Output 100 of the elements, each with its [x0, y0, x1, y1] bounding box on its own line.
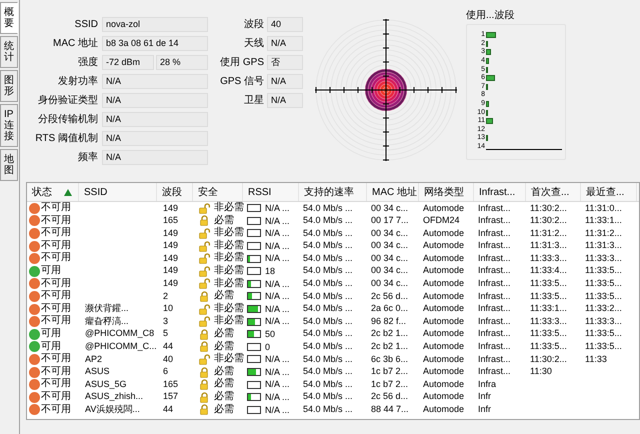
- table-cell: Automode: [423, 202, 464, 212]
- table-cell: 10: [163, 303, 174, 314]
- security-text: 必需: [214, 390, 234, 404]
- status-text: 不可用: [41, 315, 71, 328]
- table-cell: 149: [163, 252, 178, 263]
- status-text: 可用: [41, 264, 61, 278]
- security-text: 必需: [214, 214, 234, 226]
- rssi-text: 50: [265, 328, 276, 341]
- table-cell: 濒伏背鑵...: [85, 303, 129, 314]
- table-cell: 54.0 Mb/s ...: [303, 354, 353, 364]
- status-text: 不可用: [41, 240, 71, 252]
- side-tab[interactable]: 统计: [0, 36, 18, 68]
- table-cell: 149: [163, 240, 178, 250]
- field-label: 频率: [77, 150, 98, 165]
- table-cell: Infrast...: [478, 278, 511, 288]
- column-header[interactable]: 安全: [193, 183, 243, 201]
- column-header[interactable]: SSID: [79, 183, 157, 201]
- table-cell: 54.0 Mb/s ...: [303, 240, 353, 250]
- table-cell: 54.0 Mb/s ...: [303, 202, 353, 212]
- side-tab[interactable]: 地图: [0, 149, 18, 181]
- table-cell: 54.0 Mb/s ...: [303, 228, 353, 238]
- table-cell: Automode: [423, 252, 464, 263]
- table-cell: 11:33:4...: [530, 265, 567, 276]
- table-cell: 11:33:5...: [585, 278, 622, 288]
- table-cell: Infrast...: [478, 303, 511, 314]
- rssi-text: N/A ...: [265, 214, 290, 228]
- column-header[interactable]: RSSI: [243, 183, 299, 201]
- table-cell: Automode: [423, 354, 464, 364]
- field-label: GPS 信号: [219, 75, 264, 89]
- field-label: SSID: [74, 18, 98, 32]
- table-cell: 11:33:3...: [585, 316, 622, 326]
- side-tab[interactable]: 概要: [0, 2, 18, 34]
- table-cell: 00 34 c...: [371, 202, 408, 212]
- field-value: -72 dBm: [102, 55, 154, 70]
- column-header[interactable]: MAC 地址: [367, 183, 419, 201]
- security-text: 非必需: [214, 252, 244, 264]
- table-cell: 11:33:5...: [585, 328, 622, 338]
- security-text: 必需: [214, 366, 234, 378]
- status-text: 不可用: [41, 202, 71, 215]
- table-cell: 11:33:5...: [585, 341, 622, 352]
- field-value: 40: [267, 17, 303, 32]
- table-cell: 2c b2 1...: [371, 341, 408, 352]
- table-cell: @PHICOMM_C8: [85, 328, 154, 338]
- column-header[interactable]: 状态: [27, 183, 79, 201]
- table-cell: Infrast...: [478, 290, 511, 301]
- security-text: 非必需: [214, 227, 244, 240]
- status-text: 不可用: [41, 378, 71, 391]
- table-cell: Automode: [423, 341, 464, 352]
- security-text: 非必需: [214, 264, 244, 278]
- table-cell: 2c 56 d...: [371, 391, 408, 402]
- table-cell: 1c b7 2...: [371, 378, 408, 389]
- side-tab[interactable]: 图形: [0, 70, 18, 102]
- table-cell: Automode: [423, 240, 464, 250]
- rssi-text: 18: [265, 264, 276, 278]
- table-cell: 2: [163, 290, 168, 301]
- field-value: N/A: [267, 74, 303, 89]
- security-text: 必需: [214, 404, 234, 416]
- field-value: N/A: [102, 150, 208, 165]
- security-text: 非必需: [214, 202, 244, 214]
- side-tab[interactable]: IP连接: [0, 104, 18, 147]
- table-cell: Infrast...: [478, 252, 511, 263]
- table-cell: 00 34 c...: [371, 228, 408, 238]
- column-header[interactable]: 最近查...: [581, 183, 637, 201]
- field-value: nova-zol: [102, 17, 208, 32]
- table-cell: ASUS_5G: [85, 378, 127, 389]
- table-cell: Infr: [478, 391, 492, 402]
- table-cell: 165: [163, 215, 178, 226]
- status-text: 不可用: [41, 404, 71, 416]
- table-cell: Automode: [423, 366, 464, 376]
- table-cell: 44: [163, 404, 174, 414]
- table-cell: 5: [163, 328, 168, 338]
- table-cell: 149: [163, 202, 178, 212]
- table-cell: 11:33:1...: [585, 215, 622, 226]
- table-cell: Infrast...: [478, 240, 511, 250]
- security-text: 必需: [214, 340, 234, 352]
- table-cell: 11:30: [530, 366, 552, 376]
- rssi-text: N/A ...: [265, 404, 290, 416]
- table-cell: Automode: [423, 316, 464, 326]
- table-cell: 54.0 Mb/s ...: [303, 303, 353, 314]
- column-header[interactable]: 支持的速率: [299, 183, 367, 201]
- field-label: RTS 阈值机制: [34, 132, 98, 146]
- column-header[interactable]: 首次查...: [526, 183, 581, 201]
- column-header[interactable]: Infrast...: [474, 183, 526, 201]
- table-cell: 11:31:0...: [585, 202, 622, 212]
- status-text: 不可用: [41, 353, 71, 366]
- table-cell: 54.0 Mb/s ...: [303, 328, 353, 338]
- field-value: N/A: [102, 112, 208, 127]
- status-text: 不可用: [41, 252, 71, 265]
- column-header[interactable]: 网络类型: [419, 183, 474, 201]
- field-label: MAC 地址: [52, 36, 98, 51]
- table-cell: 54.0 Mb/s ...: [303, 391, 353, 402]
- table-cell: Infra: [478, 378, 496, 389]
- table-cell: 44: [163, 341, 174, 352]
- table-cell: 149: [163, 228, 178, 238]
- table-cell: Infrast...: [478, 265, 511, 276]
- column-header[interactable]: 波段: [157, 183, 193, 201]
- security-text: 必需: [214, 328, 234, 340]
- table-cell: Infrast...: [478, 328, 511, 338]
- status-text: 可用: [41, 340, 61, 353]
- rssi-text: N/A ...: [265, 378, 290, 391]
